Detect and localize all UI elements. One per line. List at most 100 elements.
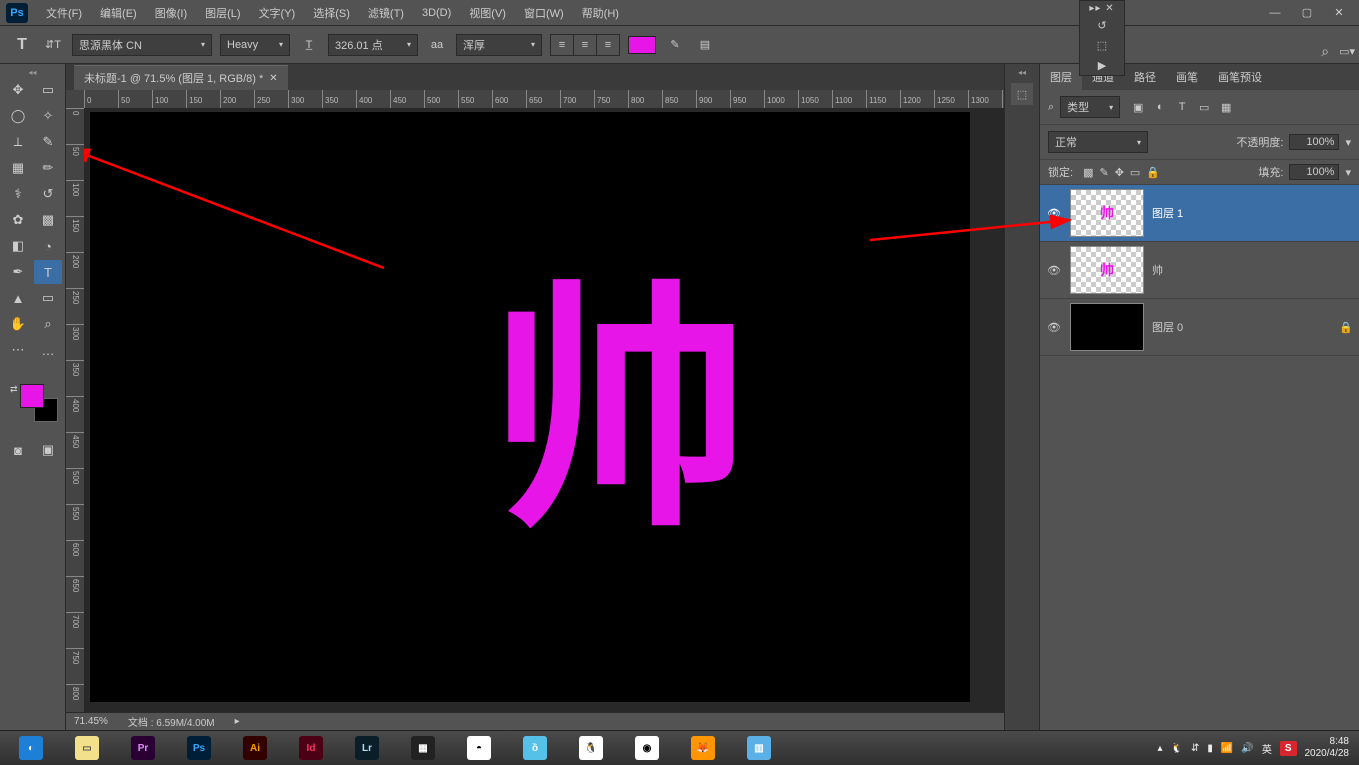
layer-row[interactable]: 👁 帅帅: [1040, 242, 1359, 299]
ime-indicator[interactable]: 英: [1262, 741, 1272, 756]
minimize-button[interactable]: —: [1261, 3, 1289, 23]
search-icon[interactable]: ⌕: [1048, 101, 1054, 114]
maximize-button[interactable]: ▢: [1293, 3, 1321, 23]
menu-layer[interactable]: 图层(L): [197, 1, 248, 25]
taskbar-app-premiere[interactable]: Pr: [116, 733, 170, 763]
tab-brushpresets[interactable]: 画笔预设: [1208, 64, 1272, 90]
move-tool[interactable]: ✥: [4, 78, 32, 102]
text-orientation-toggle[interactable]: ⇵T: [42, 34, 64, 56]
menu-type[interactable]: 文字(Y): [251, 1, 304, 25]
status-arrow-icon[interactable]: ▸: [235, 716, 240, 727]
canvas[interactable]: 帅: [90, 112, 970, 702]
menu-image[interactable]: 图像(I): [147, 1, 195, 25]
search-icon[interactable]: ⌕: [1321, 43, 1329, 60]
collapsed-panel-group[interactable]: ▸▸ ✕ ↺ ⬚ ▶: [1079, 0, 1125, 76]
hand-tool[interactable]: ✋: [4, 312, 32, 336]
taskbar-app-illustrator[interactable]: Ai: [228, 733, 282, 763]
anti-alias-select[interactable]: 浑厚▾: [456, 34, 542, 56]
color-picker[interactable]: ⇄: [2, 384, 63, 432]
layer-name[interactable]: 帅: [1152, 262, 1331, 278]
taskbar-app-notes[interactable]: ▥: [732, 733, 786, 763]
pen-tool[interactable]: ✒: [4, 260, 32, 284]
artboard-tool[interactable]: ▭: [34, 78, 62, 102]
menu-help[interactable]: 帮助(H): [574, 1, 627, 25]
visibility-toggle[interactable]: 👁: [1046, 264, 1062, 277]
lock-artboard-icon[interactable]: ▭: [1130, 166, 1140, 179]
layer-name[interactable]: 图层 1: [1152, 205, 1331, 221]
align-right-button[interactable]: ≡: [597, 35, 619, 55]
taskbar-app-reddit[interactable]: ồ: [508, 733, 562, 763]
clone-tool[interactable]: ✿: [4, 208, 32, 232]
layer-name[interactable]: 图层 0: [1152, 319, 1331, 335]
history-brush-tool[interactable]: ↺: [34, 182, 62, 206]
blur-tool[interactable]: ◔: [34, 234, 62, 258]
menu-view[interactable]: 视图(V): [461, 1, 514, 25]
visibility-toggle[interactable]: 👁: [1046, 321, 1062, 334]
screen-mode-tool[interactable]: ▣: [34, 438, 62, 462]
type-tool[interactable]: T: [34, 260, 62, 284]
document-info[interactable]: 文档 : 6.59M/4.00M: [128, 714, 215, 729]
layer-thumbnail[interactable]: 帅: [1070, 189, 1144, 237]
align-left-button[interactable]: ≡: [551, 35, 573, 55]
lock-position-icon[interactable]: ✥: [1115, 166, 1124, 179]
taskbar-app-chrome[interactable]: ◉: [620, 733, 674, 763]
gradient-tool[interactable]: ▩: [34, 208, 62, 232]
lock-transparency-icon[interactable]: ▩: [1083, 166, 1093, 179]
swap-colors-icon[interactable]: ⇄: [10, 384, 18, 395]
layer-thumbnail[interactable]: [1070, 303, 1144, 351]
crop-tool[interactable]: ⟂: [4, 130, 32, 154]
smart-filter-icon[interactable]: ▦: [1218, 101, 1234, 114]
font-weight-select[interactable]: Heavy▾: [220, 34, 290, 56]
taskbar-clock[interactable]: 8:48 2020/4/28: [1305, 736, 1356, 760]
tray-qq-icon[interactable]: 🐧: [1171, 743, 1183, 754]
taskbar-app-media[interactable]: ▦: [396, 733, 450, 763]
menu-filter[interactable]: 滤镜(T): [360, 1, 412, 25]
opacity-input[interactable]: 100%: [1289, 134, 1339, 150]
play-icon[interactable]: ▶: [1091, 57, 1113, 73]
foreground-color[interactable]: [20, 384, 44, 408]
zoom-tool[interactable]: ⌕: [34, 312, 62, 336]
canvas-text-layer[interactable]: 帅: [490, 282, 750, 542]
blend-mode-select[interactable]: 正常▾: [1048, 131, 1148, 153]
tray-network-icon[interactable]: ⇵: [1191, 743, 1199, 754]
close-button[interactable]: ✕: [1325, 3, 1353, 23]
toolbox-collapse[interactable]: ◂◂: [2, 68, 63, 76]
layer-kind-select[interactable]: 类型▾: [1060, 96, 1120, 118]
taskbar-app-ball[interactable]: ◓: [452, 733, 506, 763]
menu-edit[interactable]: 编辑(E): [92, 1, 145, 25]
healing-tool[interactable]: ⚕: [4, 182, 32, 206]
workspace-select[interactable]: ▭▾: [1339, 45, 1355, 58]
panel-drag-handle[interactable]: ▸▸ ✕: [1089, 3, 1114, 13]
taskbar-app-photoshop[interactable]: Ps: [172, 733, 226, 763]
brush-tool[interactable]: ✏: [34, 156, 62, 180]
document-tab[interactable]: 未标题-1 @ 71.5% (图层 1, RGB/8) * ✕: [74, 65, 288, 90]
layer-thumbnail[interactable]: 帅: [1070, 246, 1144, 294]
align-center-button[interactable]: ≡: [574, 35, 596, 55]
adjust-filter-icon[interactable]: ◐: [1152, 101, 1168, 114]
quickmask-tool[interactable]: ◙: [4, 438, 32, 462]
lock-brush-icon[interactable]: ✎: [1099, 166, 1108, 179]
pixel-filter-icon[interactable]: ▣: [1130, 101, 1146, 114]
zoom-value[interactable]: 71.45%: [74, 716, 108, 727]
ruler-origin[interactable]: [66, 90, 84, 108]
history-icon[interactable]: ↺: [1091, 17, 1113, 33]
lasso-tool[interactable]: ◯: [4, 104, 32, 128]
taskbar-app-indesign[interactable]: Id: [284, 733, 338, 763]
taskbar-app-browser[interactable]: ◐: [4, 733, 58, 763]
dock-collapse[interactable]: ◂◂: [1018, 68, 1026, 77]
chevron-down-icon[interactable]: ▾: [1345, 166, 1351, 179]
taskbar-app-lightroom[interactable]: Lr: [340, 733, 394, 763]
menu-file[interactable]: 文件(F): [38, 1, 90, 25]
eyedropper-tool[interactable]: ✎: [34, 130, 62, 154]
ime-sogou-icon[interactable]: S: [1280, 741, 1297, 756]
taskbar-app-qq[interactable]: 🐧: [564, 733, 618, 763]
character-panel-button[interactable]: ▤: [694, 34, 716, 56]
text-color-swatch[interactable]: [628, 36, 656, 54]
more-tools[interactable]: ⋯: [4, 338, 32, 362]
font-size-select[interactable]: 326.01 点▾: [328, 34, 418, 56]
properties-icon[interactable]: ⬚: [1091, 37, 1113, 53]
fill-input[interactable]: 100%: [1289, 164, 1339, 180]
path-select-tool[interactable]: ▲: [4, 286, 32, 310]
font-family-select[interactable]: 思源黑体 CN▾: [72, 34, 212, 56]
type-filter-icon[interactable]: T: [1174, 101, 1190, 114]
